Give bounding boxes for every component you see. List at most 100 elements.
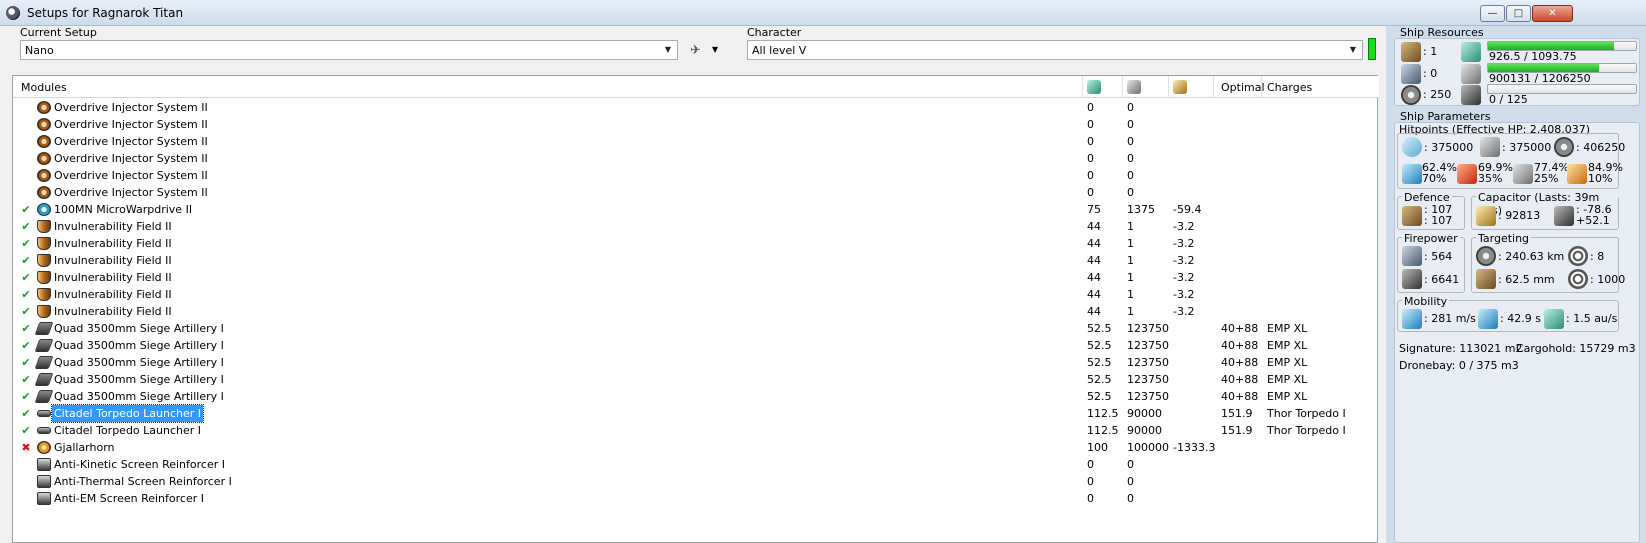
active-check-icon[interactable]: ✔ bbox=[20, 320, 32, 337]
active-check-icon[interactable]: ✔ bbox=[20, 337, 32, 354]
module-name[interactable]: Invulnerability Field II bbox=[52, 269, 174, 286]
capacitor-icon[interactable] bbox=[1173, 80, 1187, 94]
module-name[interactable]: Quad 3500mm Siege Artillery I bbox=[52, 320, 226, 337]
active-check-icon[interactable]: ✔ bbox=[20, 371, 32, 388]
module-name[interactable]: Quad 3500mm Siege Artillery I bbox=[52, 388, 226, 405]
active-check-icon[interactable]: ✔ bbox=[20, 354, 32, 371]
screen-module-icon bbox=[37, 492, 51, 505]
active-check-icon[interactable]: ✔ bbox=[20, 405, 32, 422]
chevron-down-icon: ▼ bbox=[1349, 45, 1357, 54]
charges-column-header[interactable]: Charges bbox=[1267, 81, 1312, 94]
table-row[interactable]: Anti-Thermal Screen Reinforcer I 0 0 bbox=[13, 473, 1379, 490]
module-pg: 123750 bbox=[1127, 339, 1169, 352]
invuln-module-icon bbox=[37, 237, 51, 250]
active-check-icon[interactable]: ✔ bbox=[20, 388, 32, 405]
module-name[interactable]: Invulnerability Field II bbox=[52, 252, 174, 269]
active-check-icon[interactable]: ✔ bbox=[20, 252, 32, 269]
table-row[interactable]: ✔ Quad 3500mm Siege Artillery I 52.5 123750… bbox=[13, 388, 1379, 405]
active-check-icon[interactable]: ✔ bbox=[20, 201, 32, 218]
module-name[interactable]: Overdrive Injector System II bbox=[52, 133, 210, 150]
module-name[interactable]: Quad 3500mm Siege Artillery I bbox=[52, 354, 226, 371]
module-name[interactable]: Overdrive Injector System II bbox=[52, 99, 210, 116]
module-name[interactable]: Quad 3500mm Siege Artillery I bbox=[52, 371, 226, 388]
table-row[interactable]: ✔ Invulnerability Field II 44 1 -3.2 bbox=[13, 286, 1379, 303]
table-row[interactable]: ✔ Quad 3500mm Siege Artillery I 52.5 123750… bbox=[13, 320, 1379, 337]
module-cpu: 52.5 bbox=[1087, 356, 1112, 369]
module-name[interactable]: Quad 3500mm Siege Artillery I bbox=[52, 337, 226, 354]
active-check-icon[interactable]: ✔ bbox=[20, 422, 32, 439]
module-name[interactable]: 100MN MicroWarpdrive II bbox=[52, 201, 194, 218]
module-charges: Thor Torpedo I bbox=[1267, 424, 1346, 437]
table-row[interactable]: ✔ Quad 3500mm Siege Artillery I 52.5 123750… bbox=[13, 354, 1379, 371]
table-row[interactable]: ✔ Invulnerability Field II 44 1 -3.2 bbox=[13, 252, 1379, 269]
module-pg: 0 bbox=[1127, 118, 1134, 131]
module-name[interactable]: Anti-Thermal Screen Reinforcer I bbox=[52, 473, 234, 490]
module-charges: EMP XL bbox=[1267, 373, 1308, 386]
module-name[interactable]: Overdrive Injector System II bbox=[52, 116, 210, 133]
main-area: Current Setup Nano ▼ ✈ ▼ Character All l… bbox=[0, 26, 1386, 543]
module-pg: 1375 bbox=[1127, 203, 1155, 216]
module-pg: 123750 bbox=[1127, 390, 1169, 403]
table-row[interactable]: Overdrive Injector System II 0 0 bbox=[13, 167, 1379, 184]
module-name[interactable]: Invulnerability Field II bbox=[52, 235, 174, 252]
modules-column-header[interactable]: Modules bbox=[21, 81, 67, 94]
maximize-button[interactable]: □ bbox=[1506, 5, 1531, 22]
active-check-icon[interactable]: ✔ bbox=[20, 286, 32, 303]
module-name[interactable]: Overdrive Injector System II bbox=[52, 150, 210, 167]
module-name[interactable]: Overdrive Injector System II bbox=[52, 167, 210, 184]
cpu-icon[interactable] bbox=[1087, 80, 1101, 94]
current-setup-dropdown[interactable]: Nano ▼ bbox=[20, 40, 678, 60]
armor-hp: : 375000 bbox=[1502, 141, 1552, 154]
module-cpu: 52.5 bbox=[1087, 322, 1112, 335]
powergrid-icon[interactable] bbox=[1127, 80, 1141, 94]
table-row[interactable]: Overdrive Injector System II 0 0 bbox=[13, 116, 1379, 133]
module-pg: 0 bbox=[1127, 135, 1134, 148]
module-name[interactable]: Invulnerability Field II bbox=[52, 303, 174, 320]
module-pg: 90000 bbox=[1127, 407, 1162, 420]
table-row[interactable]: ✔ Invulnerability Field II 44 1 -3.2 bbox=[13, 218, 1379, 235]
offline-x-icon[interactable]: ✖ bbox=[20, 439, 32, 456]
explosive-resist-b: 10% bbox=[1588, 172, 1613, 185]
module-name[interactable]: Invulnerability Field II bbox=[52, 218, 174, 235]
table-row[interactable]: Overdrive Injector System II 0 0 bbox=[13, 99, 1379, 116]
table-row[interactable]: ✔ Quad 3500mm Siege Artillery I 52.5 123750… bbox=[13, 371, 1379, 388]
active-check-icon[interactable]: ✔ bbox=[20, 235, 32, 252]
active-check-icon[interactable]: ✔ bbox=[20, 303, 32, 320]
module-name[interactable]: Anti-Kinetic Screen Reinforcer I bbox=[52, 456, 227, 473]
table-row[interactable]: ✖ Gjallarhorn 100 100000 -1333.3 bbox=[13, 439, 1379, 456]
module-name[interactable]: Anti-EM Screen Reinforcer I bbox=[52, 490, 206, 507]
thermal-resist-icon bbox=[1457, 164, 1477, 184]
capacitor-amount: : 92813 bbox=[1498, 209, 1541, 222]
table-row[interactable]: ✔ Invulnerability Field II 44 1 -3.2 bbox=[13, 303, 1379, 320]
table-row[interactable]: Anti-EM Screen Reinforcer I 0 0 bbox=[13, 490, 1379, 507]
character-dropdown[interactable]: All level V ▼ bbox=[747, 40, 1363, 60]
table-row[interactable]: ✔ Quad 3500mm Siege Artillery I 52.5 123750… bbox=[13, 337, 1379, 354]
table-row[interactable]: ✔ Citadel Torpedo Launcher I 112.5 90000 151… bbox=[13, 404, 1379, 423]
table-row[interactable]: Overdrive Injector System II 0 0 bbox=[13, 184, 1379, 201]
module-optimal: 40+88 bbox=[1221, 373, 1259, 386]
table-row[interactable]: ✔ Invulnerability Field II 44 1 -3.2 bbox=[13, 269, 1379, 286]
minimize-button[interactable]: — bbox=[1480, 5, 1505, 22]
table-row[interactable]: ✔ 100MN MicroWarpdrive II 75 1375 -59.4 bbox=[13, 201, 1379, 218]
active-check-icon[interactable]: ✔ bbox=[20, 218, 32, 235]
module-name[interactable]: Citadel Torpedo Launcher I bbox=[50, 404, 205, 423]
table-row[interactable]: Anti-Kinetic Screen Reinforcer I 0 0 bbox=[13, 456, 1379, 473]
module-name[interactable]: Citadel Torpedo Launcher I bbox=[52, 422, 203, 439]
module-cpu: 52.5 bbox=[1087, 390, 1112, 403]
overdrive-module-icon bbox=[37, 101, 51, 114]
overdrive-module-icon bbox=[37, 186, 51, 199]
max-targets: : 8 bbox=[1590, 250, 1605, 263]
active-check-icon[interactable]: ✔ bbox=[20, 269, 32, 286]
table-row[interactable]: ✔ Invulnerability Field II 44 1 -3.2 bbox=[13, 235, 1379, 252]
module-name[interactable]: Overdrive Injector System II bbox=[52, 184, 210, 201]
dps-icon bbox=[1402, 269, 1422, 289]
module-name[interactable]: Gjallarhorn bbox=[52, 439, 117, 456]
optimal-column-header[interactable]: Optimal bbox=[1221, 81, 1265, 94]
module-optimal: 40+88 bbox=[1221, 322, 1259, 335]
table-row[interactable]: ✔ Citadel Torpedo Launcher I 112.5 90000 151… bbox=[13, 422, 1379, 439]
table-row[interactable]: Overdrive Injector System II 0 0 bbox=[13, 150, 1379, 167]
table-row[interactable]: Overdrive Injector System II 0 0 bbox=[13, 133, 1379, 150]
setup-tools-button[interactable]: ✈ ▼ bbox=[690, 40, 728, 60]
close-button[interactable]: ✕ bbox=[1532, 5, 1573, 22]
module-name[interactable]: Invulnerability Field II bbox=[52, 286, 174, 303]
